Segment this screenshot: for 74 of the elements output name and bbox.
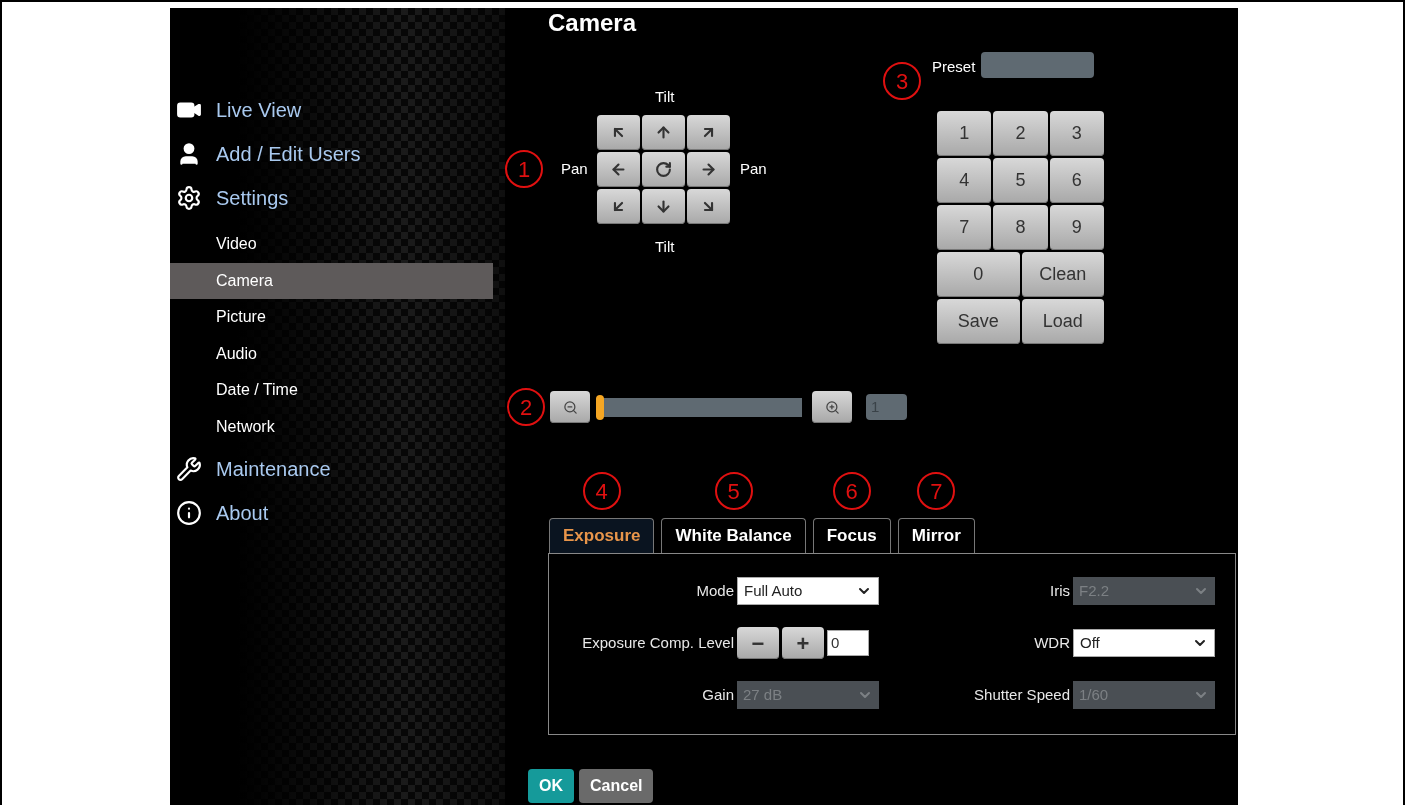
zoom-slider[interactable] (596, 397, 802, 417)
tilt-label: Tilt (655, 87, 675, 107)
ptz-button[interactable] (687, 151, 730, 187)
annotation-marker: 2 (507, 388, 545, 426)
arrow-left-icon (610, 160, 627, 178)
tilt-label: Tilt (655, 236, 675, 257)
field-label: Gain (701, 684, 735, 705)
zoom-out-button[interactable] (550, 391, 590, 423)
annotation-marker: 4 (582, 472, 621, 510)
nav-subitem[interactable]: Date / Time (170, 372, 493, 409)
preset-key[interactable]: 4 (937, 158, 992, 203)
pan-label: Pan (740, 158, 767, 179)
nav-subitem[interactable]: Picture (170, 299, 493, 336)
preset-key[interactable]: 6 (1049, 158, 1104, 203)
annotation-marker: 3 (883, 62, 921, 100)
annotation-marker: 6 (832, 472, 871, 510)
ptz-button[interactable] (687, 114, 730, 150)
input-field[interactable]: 0 (827, 630, 869, 656)
field-label: Shutter Speed (973, 684, 1071, 705)
ptz-button[interactable] (642, 188, 685, 224)
settings-icon (176, 185, 202, 211)
nav-subitem[interactable]: Video (170, 226, 493, 263)
nav-item[interactable]: Maintenance (170, 447, 505, 491)
field-label: Mode (695, 580, 735, 601)
ptz-button[interactable] (597, 151, 640, 187)
ptz-button[interactable] (597, 114, 640, 150)
zoom-in-button[interactable] (812, 391, 852, 423)
nav-item[interactable]: Settings (170, 176, 505, 220)
ptz-button[interactable] (642, 114, 685, 150)
preset-key[interactable]: 3 (1049, 111, 1104, 156)
preset-key[interactable]: 9 (1049, 205, 1104, 250)
preset-key[interactable]: 0 (937, 252, 1020, 297)
stepper-button[interactable]: + (782, 627, 824, 659)
nav-item[interactable]: Add / Edit Users (170, 132, 505, 176)
page-title: Camera (548, 8, 637, 36)
annotation-marker: 1 (505, 150, 543, 188)
annotation-marker: 5 (714, 472, 753, 510)
ptz-button[interactable] (687, 188, 730, 224)
field-label: Exposure Comp. Level (581, 632, 735, 653)
tab[interactable]: Exposure (549, 518, 655, 553)
tab[interactable]: Focus (812, 518, 891, 553)
select-field[interactable]: Off (1073, 629, 1215, 657)
preset-key[interactable]: Save (937, 299, 1020, 344)
preset-key[interactable]: Clean (1021, 252, 1104, 297)
pan-label: Pan (561, 158, 589, 179)
cancel-button[interactable]: Cancel (579, 769, 654, 803)
zoom-out-icon (562, 399, 578, 415)
preset-key[interactable]: 1 (937, 111, 992, 156)
info-icon (176, 500, 202, 526)
arrow-right-icon (700, 160, 717, 178)
nav-item[interactable]: About (170, 491, 505, 535)
nav-item[interactable]: Live View (170, 88, 505, 132)
preset-key[interactable]: 5 (993, 158, 1048, 203)
tab[interactable]: Mirror (897, 518, 975, 553)
rotate-icon (655, 160, 672, 178)
preset-key[interactable]: 8 (993, 205, 1048, 250)
preset-key[interactable]: 7 (937, 205, 992, 250)
field-label: WDR (1033, 632, 1071, 653)
preset-name-field[interactable] (981, 52, 1095, 78)
wrench-icon (176, 456, 202, 482)
stepper-button[interactable]: − (737, 627, 779, 659)
nav-subitem[interactable]: Audio (170, 335, 493, 372)
annotation-marker: 7 (917, 472, 956, 510)
ptz-button[interactable] (597, 188, 640, 224)
preset-key[interactable]: Load (1021, 299, 1104, 344)
preset-label: Preset (932, 57, 976, 77)
ptz-button[interactable] (642, 151, 685, 187)
nav-subitem[interactable]: Network (170, 408, 493, 445)
zoom-in-icon (824, 399, 840, 415)
preset-key[interactable]: 2 (993, 111, 1048, 156)
nav-subitem[interactable]: Camera (170, 262, 493, 299)
select-field[interactable]: Full Auto (737, 577, 879, 605)
tab[interactable]: White Balance (661, 518, 806, 553)
field-label: Iris (1049, 580, 1071, 601)
